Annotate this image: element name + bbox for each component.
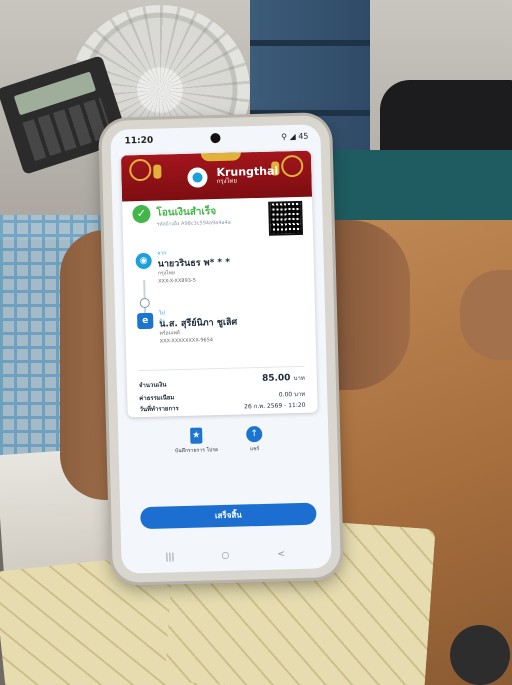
status-time: 11:20 bbox=[124, 135, 154, 147]
bank-banner: Krungthai กรุงไทย bbox=[120, 150, 313, 202]
shelf-board bbox=[250, 40, 370, 46]
shelf-board bbox=[250, 110, 370, 116]
action-bar: ★ บันทึกรายการ โปรด ↑ แชร์ bbox=[118, 424, 329, 479]
back-icon[interactable]: < bbox=[277, 549, 285, 559]
reference-code: รหัสอ้างอิง A98c3c594a9a4a4a bbox=[156, 219, 231, 228]
amount-value: 85.00 bbox=[261, 373, 291, 384]
system-navigation-bar: ||| ○ < bbox=[121, 544, 331, 569]
qr-code-icon[interactable] bbox=[268, 200, 304, 236]
share-button[interactable]: ↑ แชร์ bbox=[224, 425, 285, 454]
amount-value-wrap: 85.00 บาท bbox=[262, 373, 305, 384]
smartphone: 11:20 ⚲ ◢ 45 Krungthai กรุงไทย ✓ โอนเงิน… bbox=[100, 115, 342, 583]
lantern-icon bbox=[153, 164, 162, 179]
share-icon: ↑ bbox=[246, 425, 263, 443]
status-icons: ⚲ ◢ 45 bbox=[281, 131, 309, 142]
coin-icon bbox=[129, 158, 152, 182]
success-title: โอนเงินสำเร็จ bbox=[156, 206, 217, 219]
divider bbox=[138, 365, 305, 372]
phone-screen: 11:20 ⚲ ◢ 45 Krungthai กรุงไทย ✓ โอนเงิน… bbox=[110, 124, 332, 574]
share-label: แชร์ bbox=[249, 446, 260, 453]
krungthai-logo-icon: ◉ bbox=[135, 252, 152, 270]
amount-unit: บาท bbox=[293, 374, 305, 383]
bank-brand: Krungthai กรุงไทย bbox=[187, 164, 279, 188]
recent-apps-icon[interactable]: ||| bbox=[165, 552, 174, 562]
date-value: 26 ก.พ. 2569 - 11:20 bbox=[244, 401, 306, 411]
promptpay-icon: e bbox=[137, 312, 154, 330]
arrow-down-icon bbox=[139, 297, 150, 309]
sender-name: นายวรินธร พ* * * bbox=[157, 257, 231, 270]
receiver-bank: พร้อมเพย์ bbox=[159, 330, 180, 337]
sender-account: XXX-X-XX893-5 bbox=[158, 277, 196, 285]
receiver-name: น.ส. สุรีย์นิภา ชูเลิศ bbox=[159, 317, 238, 330]
save-slip-button[interactable]: ★ บันทึกรายการ โปรด bbox=[166, 427, 227, 456]
bookmark-icon: ★ bbox=[190, 427, 203, 444]
bank-name: Krungthai bbox=[216, 164, 279, 180]
save-slip-label: บันทึกรายการ โปรด bbox=[174, 447, 219, 455]
check-icon: ✓ bbox=[132, 204, 151, 224]
home-icon[interactable]: ○ bbox=[221, 551, 229, 561]
coin-icon bbox=[280, 154, 304, 178]
transfer-slip: Krungthai กรุงไทย ✓ โอนเงินสำเร็จ รหัสอ้… bbox=[120, 150, 318, 418]
done-button[interactable]: เสร็จสิ้น bbox=[140, 502, 317, 530]
ornament-icon bbox=[200, 152, 242, 162]
sender-bank: กรุงไทย bbox=[157, 270, 175, 277]
krungthai-logo-icon bbox=[187, 166, 208, 188]
computer-mouse bbox=[450, 625, 510, 685]
receiver-account: XXX-XXXXXXXX-9654 bbox=[159, 337, 214, 345]
date-label: วันที่ทำรายการ bbox=[139, 405, 179, 414]
